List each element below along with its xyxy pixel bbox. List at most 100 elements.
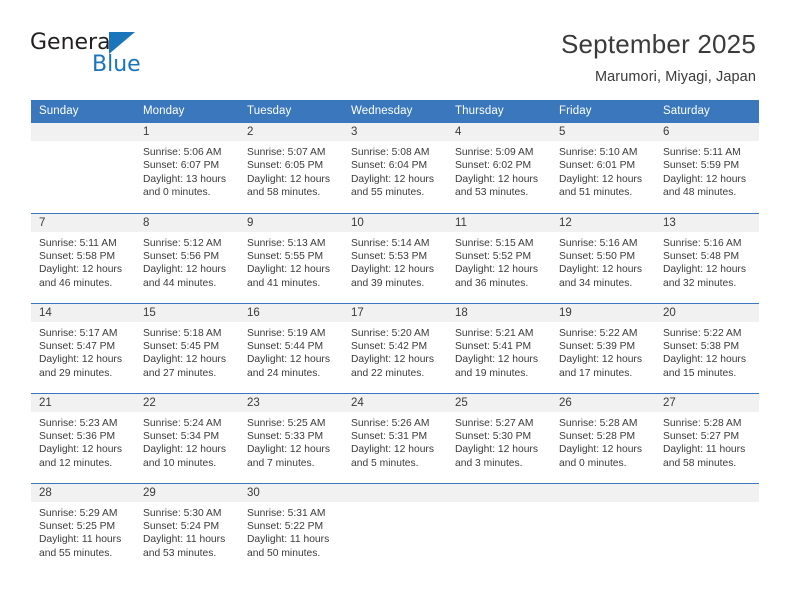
daylight-text-line1: Daylight: 12 hours [559,173,642,185]
day-number: 16 [239,303,343,322]
day-details: Sunrise: 5:16 AM Sunset: 5:50 PM Daylight:… [551,232,655,291]
daylight-text-line1: Daylight: 12 hours [351,173,434,185]
sunrise-text: Sunrise: 5:28 AM [559,417,638,429]
calendar-day-cell[interactable]: 2 Sunrise: 5:07 AM Sunset: 6:05 PM Daylight… [239,123,343,213]
daylight-text-line1: Daylight: 11 hours [663,444,746,456]
daylight-text-line1: Daylight: 12 hours [39,444,122,456]
weekday-header-monday: Monday [135,100,239,123]
daylight-text-line1: Daylight: 12 hours [663,173,746,185]
calendar-week-row: 28 Sunrise: 5:29 AM Sunset: 5:25 PM Dayligh… [31,482,759,573]
daylight-text-line2: and 39 minutes. [351,277,425,289]
sunset-text: Sunset: 5:34 PM [143,430,220,442]
sunset-text: Sunset: 5:50 PM [559,250,636,262]
day-details: Sunrise: 5:30 AM Sunset: 5:24 PM Daylight:… [135,502,239,561]
calendar-day-cell[interactable]: 30 Sunrise: 5:31 AM Sunset: 5:22 PM Dayligh… [239,482,343,573]
day-number: 28 [31,483,135,502]
calendar-day-cell[interactable]: 9 Sunrise: 5:13 AM Sunset: 5:55 PM Daylight… [239,212,343,303]
day-number: 5 [551,123,655,141]
calendar-day-cell[interactable]: 6 Sunrise: 5:11 AM Sunset: 5:59 PM Daylight… [655,123,759,213]
sunset-text: Sunset: 5:30 PM [455,430,532,442]
day-details: Sunrise: 5:07 AM Sunset: 6:05 PM Daylight:… [239,141,343,200]
daylight-text-line2: and 27 minutes. [143,367,217,379]
day-details: Sunrise: 5:16 AM Sunset: 5:48 PM Daylight:… [655,232,759,291]
day-number: 30 [239,483,343,502]
day-details: Sunrise: 5:27 AM Sunset: 5:30 PM Daylight:… [447,412,551,471]
daylight-text-line2: and 0 minutes. [559,457,627,469]
calendar-day-cell[interactable]: 15 Sunrise: 5:18 AM Sunset: 5:45 PM Dayligh… [135,302,239,393]
calendar-day-cell[interactable]: 20 Sunrise: 5:22 AM Sunset: 5:38 PM Dayligh… [655,302,759,393]
day-details: Sunrise: 5:28 AM Sunset: 5:28 PM Daylight:… [551,412,655,471]
sunset-text: Sunset: 5:52 PM [455,250,532,262]
weekday-header-wednesday: Wednesday [343,100,447,123]
sunrise-text: Sunrise: 5:19 AM [247,327,326,339]
sunset-text: Sunset: 5:47 PM [39,340,116,352]
weekday-header-row: Sunday Monday Tuesday Wednesday Thursday… [31,100,759,123]
daylight-text-line1: Daylight: 12 hours [455,444,538,456]
calendar-day-cell[interactable]: 7 Sunrise: 5:11 AM Sunset: 5:58 PM Daylight… [31,212,135,303]
day-number: 19 [551,303,655,322]
sunrise-text: Sunrise: 5:26 AM [351,417,430,429]
sunrise-text: Sunrise: 5:10 AM [559,147,638,158]
weekday-header-thursday: Thursday [447,100,551,123]
calendar-day-cell[interactable]: 12 Sunrise: 5:16 AM Sunset: 5:50 PM Dayligh… [551,212,655,303]
calendar-day-cell[interactable]: 3 Sunrise: 5:08 AM Sunset: 6:04 PM Daylight… [343,123,447,213]
calendar-day-cell[interactable]: 29 Sunrise: 5:30 AM Sunset: 5:24 PM Dayligh… [135,482,239,573]
day-details: Sunrise: 5:18 AM Sunset: 5:45 PM Daylight:… [135,322,239,381]
calendar-day-cell[interactable]: 27 Sunrise: 5:28 AM Sunset: 5:27 PM Dayligh… [655,392,759,483]
sunset-text: Sunset: 5:44 PM [247,340,324,352]
daylight-text-line2: and 41 minutes. [247,277,321,289]
day-details: Sunrise: 5:06 AM Sunset: 6:07 PM Daylight:… [135,141,239,200]
sunrise-text: Sunrise: 5:14 AM [351,237,430,249]
day-details [551,502,655,507]
calendar-day-cell[interactable]: 18 Sunrise: 5:21 AM Sunset: 5:41 PM Dayligh… [447,302,551,393]
calendar-day-cell[interactable]: 17 Sunrise: 5:20 AM Sunset: 5:42 PM Dayligh… [343,302,447,393]
day-number [655,483,759,502]
sunset-text: Sunset: 5:27 PM [663,430,740,442]
weekday-header-friday: Friday [551,100,655,123]
day-number: 14 [31,303,135,322]
calendar-day-cell[interactable]: 4 Sunrise: 5:09 AM Sunset: 6:02 PM Daylight… [447,123,551,213]
daylight-text-line1: Daylight: 12 hours [455,264,538,276]
day-number: 26 [551,393,655,412]
daylight-text-line1: Daylight: 12 hours [351,444,434,456]
calendar-day-cell[interactable]: 28 Sunrise: 5:29 AM Sunset: 5:25 PM Dayligh… [31,482,135,573]
calendar-day-cell[interactable]: 10 Sunrise: 5:14 AM Sunset: 5:53 PM Dayligh… [343,212,447,303]
daylight-text-line2: and 22 minutes. [351,367,425,379]
calendar-day-cell[interactable]: 26 Sunrise: 5:28 AM Sunset: 5:28 PM Dayligh… [551,392,655,483]
day-details [447,502,551,507]
calendar-day-cell[interactable]: 19 Sunrise: 5:22 AM Sunset: 5:39 PM Dayligh… [551,302,655,393]
daylight-text-line1: Daylight: 12 hours [663,354,746,366]
day-number: 4 [447,123,551,141]
calendar-day-cell[interactable]: 1 Sunrise: 5:06 AM Sunset: 6:07 PM Daylight… [135,123,239,213]
daylight-text-line1: Daylight: 12 hours [455,354,538,366]
calendar-day-cell[interactable]: 13 Sunrise: 5:16 AM Sunset: 5:48 PM Dayligh… [655,212,759,303]
calendar-day-cell[interactable]: 11 Sunrise: 5:15 AM Sunset: 5:52 PM Dayligh… [447,212,551,303]
daylight-text-line1: Daylight: 12 hours [143,444,226,456]
day-details: Sunrise: 5:29 AM Sunset: 5:25 PM Daylight:… [31,502,135,561]
daylight-text-line1: Daylight: 12 hours [559,264,642,276]
day-number: 18 [447,303,551,322]
daylight-text-line1: Daylight: 12 hours [39,354,122,366]
day-number: 23 [239,393,343,412]
calendar-week-row: 1 Sunrise: 5:06 AM Sunset: 6:07 PM Daylight… [31,123,759,213]
daylight-text-line2: and 19 minutes. [455,367,529,379]
calendar-day-cell[interactable]: 5 Sunrise: 5:10 AM Sunset: 6:01 PM Daylight… [551,123,655,213]
calendar-day-cell[interactable]: 24 Sunrise: 5:26 AM Sunset: 5:31 PM Dayligh… [343,392,447,483]
calendar-day-cell[interactable]: 22 Sunrise: 5:24 AM Sunset: 5:34 PM Dayligh… [135,392,239,483]
day-number: 25 [447,393,551,412]
daylight-text-line1: Daylight: 12 hours [663,264,746,276]
calendar-day-cell[interactable]: 21 Sunrise: 5:23 AM Sunset: 5:36 PM Dayligh… [31,392,135,483]
calendar-day-cell[interactable]: 23 Sunrise: 5:25 AM Sunset: 5:33 PM Dayligh… [239,392,343,483]
sunrise-text: Sunrise: 5:13 AM [247,237,326,249]
daylight-text-line1: Daylight: 12 hours [247,173,330,185]
calendar-day-cell[interactable]: 14 Sunrise: 5:17 AM Sunset: 5:47 PM Dayligh… [31,302,135,393]
day-number: 8 [135,213,239,232]
calendar-day-cell[interactable]: 25 Sunrise: 5:27 AM Sunset: 5:30 PM Dayligh… [447,392,551,483]
calendar-day-cell[interactable]: 16 Sunrise: 5:19 AM Sunset: 5:44 PM Dayligh… [239,302,343,393]
general-blue-logo: General Blue [30,28,150,80]
sunrise-text: Sunrise: 5:30 AM [143,507,222,519]
daylight-text-line1: Daylight: 11 hours [247,534,330,546]
daylight-text-line2: and 24 minutes. [247,367,321,379]
calendar-grid: Sunday Monday Tuesday Wednesday Thursday… [31,100,759,573]
calendar-day-cell[interactable]: 8 Sunrise: 5:12 AM Sunset: 5:56 PM Daylight… [135,212,239,303]
